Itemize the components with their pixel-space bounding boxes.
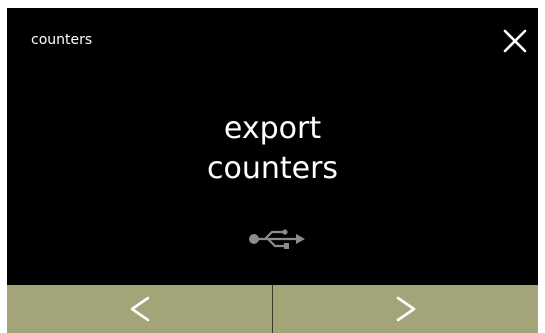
page-title: counters (31, 32, 93, 48)
device-screen: counters export counters (7, 8, 538, 333)
chevron-right-icon (396, 296, 415, 322)
close-button[interactable] (500, 26, 530, 56)
chevron-left-icon (130, 296, 149, 322)
main-text-line2: counters (206, 151, 339, 186)
previous-button[interactable] (7, 285, 272, 333)
next-button[interactable] (273, 285, 538, 333)
export-counters-label: export counters (7, 109, 538, 189)
close-icon (503, 29, 527, 53)
navigation-bar (7, 285, 538, 333)
usb-icon (247, 227, 307, 251)
main-text-line1: export (223, 111, 322, 146)
